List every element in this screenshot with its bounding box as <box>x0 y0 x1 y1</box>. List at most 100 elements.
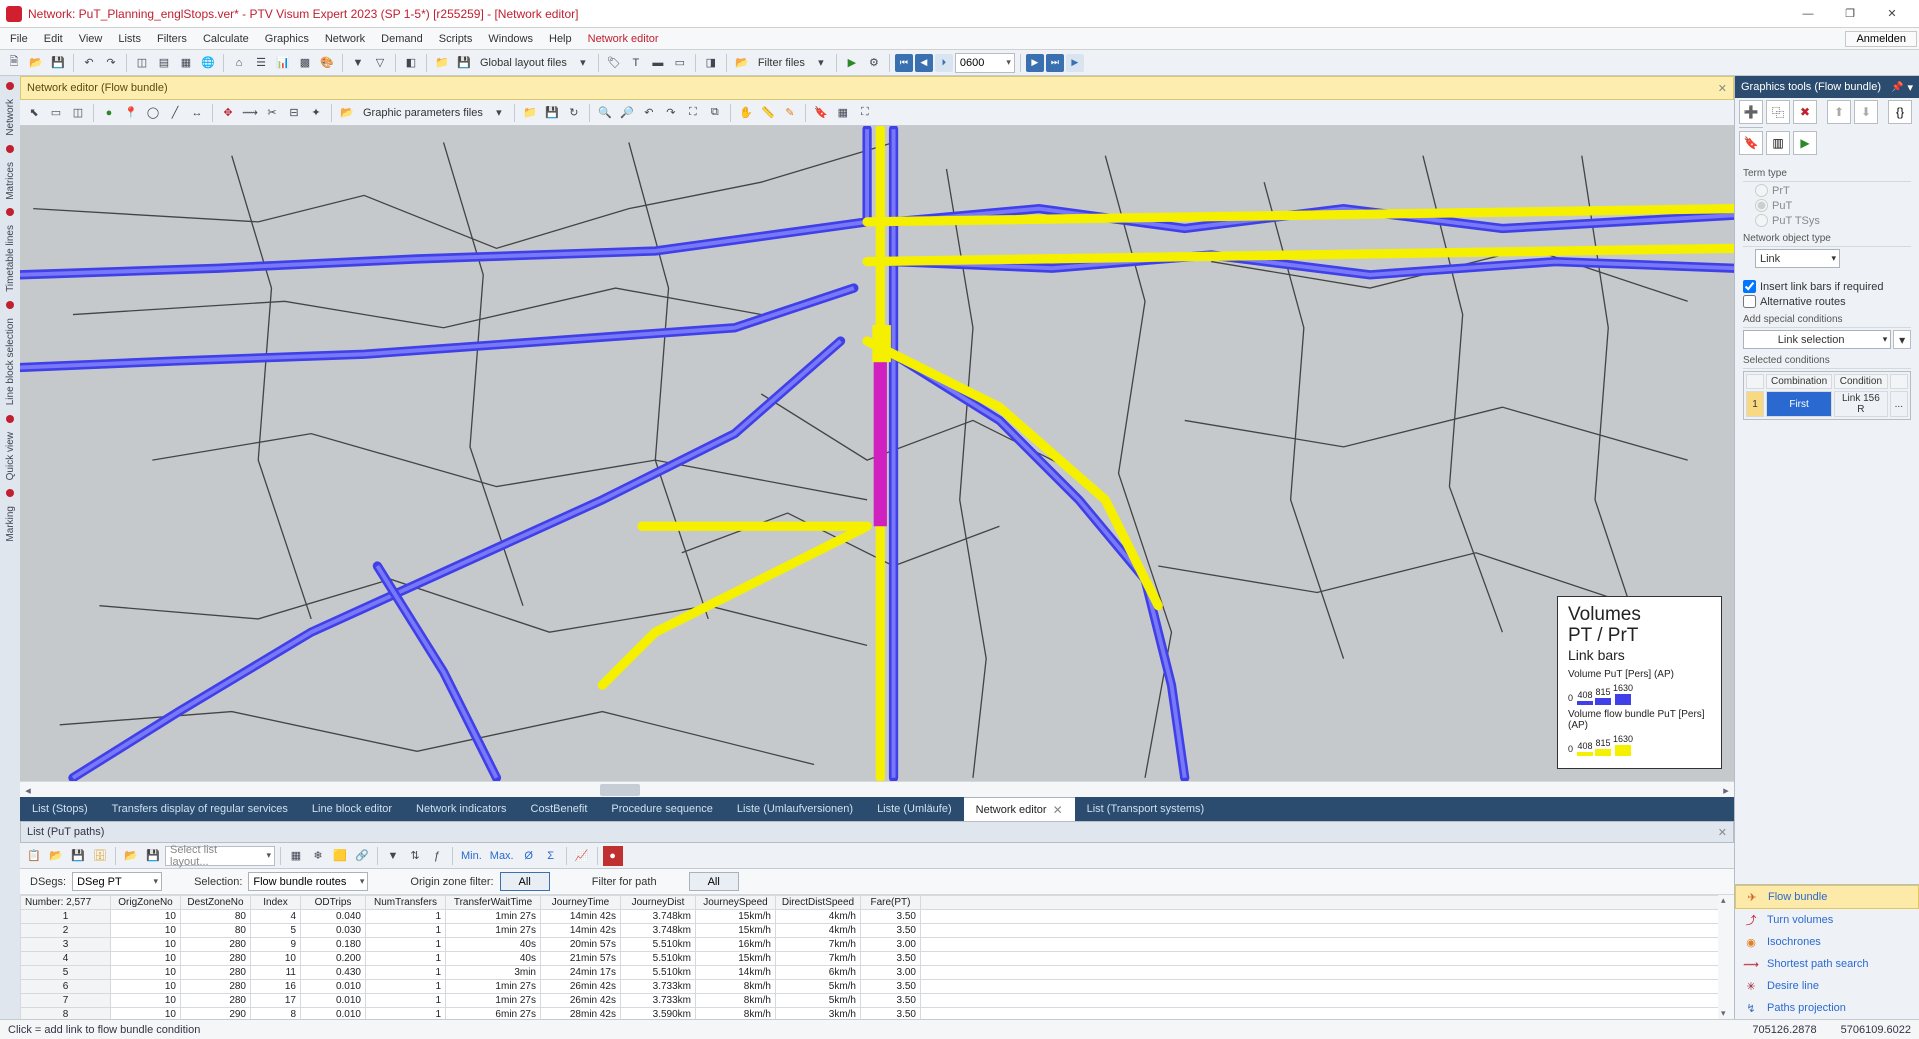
matrix-icon[interactable]: ▩ <box>295 53 315 73</box>
ozf-button[interactable]: All <box>500 872 550 891</box>
copy-icon[interactable]: 📋 <box>24 846 44 866</box>
down-icon[interactable]: ⬇ <box>1854 100 1878 124</box>
zone-icon[interactable]: ◯ <box>143 103 163 123</box>
close-button[interactable]: ✕ <box>1871 0 1913 28</box>
tool-desire-line[interactable]: ✳Desire line <box>1735 975 1919 997</box>
text-icon[interactable]: T <box>626 53 646 73</box>
netobj-combo[interactable]: Link <box>1755 249 1840 268</box>
select-rect-icon[interactable]: ▭ <box>46 103 66 123</box>
login-button[interactable]: Anmelden <box>1845 31 1917 47</box>
play-icon[interactable]: ▶ <box>1066 54 1084 72</box>
save-icon[interactable]: 💾 <box>48 53 68 73</box>
add-cond-button[interactable]: ▾ <box>1893 330 1911 349</box>
mark-icon[interactable]: 🔖 <box>1739 131 1763 155</box>
stat-sum[interactable]: Σ <box>541 846 561 866</box>
layers-icon[interactable]: ▤ <box>154 53 174 73</box>
tab-list-stops[interactable]: List (Stops) <box>20 797 100 821</box>
tool-isochrones[interactable]: ◉Isochrones <box>1735 931 1919 953</box>
next-icon[interactable]: ▶ <box>1026 54 1044 72</box>
dropdown4-icon[interactable]: ▾ <box>1907 81 1913 94</box>
filter3-icon[interactable]: ▼ <box>383 846 403 866</box>
network-editor-close-icon[interactable]: ✕ <box>1718 82 1727 95</box>
tab-network-editor[interactable]: Network editor✕ <box>964 797 1075 821</box>
dsegs-combo[interactable]: DSeg PT <box>72 872 162 891</box>
play2-icon[interactable]: ▶ <box>1793 131 1817 155</box>
tool-shortest-path[interactable]: ⟿Shortest path search <box>1735 953 1919 975</box>
globe-icon[interactable]: 🌐 <box>198 53 218 73</box>
undo-icon[interactable]: ↶ <box>79 53 99 73</box>
tab-line-block-editor[interactable]: Line block editor <box>300 797 404 821</box>
dropdown-icon[interactable]: ▾ <box>573 53 593 73</box>
gp-save-icon[interactable]: 💾 <box>542 103 562 123</box>
link-selection-combo[interactable]: Link selection <box>1743 330 1891 349</box>
highlight-icon[interactable]: 🟨 <box>330 846 350 866</box>
chart2-icon[interactable]: 📈 <box>572 846 592 866</box>
box-icon[interactable]: ◫ <box>68 103 88 123</box>
open2-icon[interactable]: 📂 <box>46 846 66 866</box>
map-h-scrollbar[interactable]: ◂ ▸ <box>20 781 1734 797</box>
style-icon[interactable]: ◨ <box>701 53 721 73</box>
tab-transfers-display[interactable]: Transfers display of regular services <box>100 797 300 821</box>
last-icon[interactable]: ⏭ <box>1046 54 1064 72</box>
zoom-back-icon[interactable]: ↶ <box>639 103 659 123</box>
split-icon[interactable]: ⊟ <box>284 103 304 123</box>
measure-icon[interactable]: 📏 <box>758 103 778 123</box>
menu-network[interactable]: Network <box>317 31 373 47</box>
list-icon[interactable]: ☰ <box>251 53 271 73</box>
zoom-fwd-icon[interactable]: ↷ <box>661 103 681 123</box>
zoom-out-icon[interactable]: 🔎 <box>617 103 637 123</box>
menu-file[interactable]: File <box>2 31 36 47</box>
dock-marking[interactable]: Marking <box>2 499 19 549</box>
add-icon[interactable]: ➕ <box>1739 100 1763 124</box>
gp-folder-icon[interactable]: 📁 <box>520 103 540 123</box>
dock-lineblock[interactable]: Line block selection <box>2 311 19 412</box>
tab-umlaufversionen[interactable]: Liste (Umlaufversionen) <box>725 797 865 821</box>
tool-flow-bundle[interactable]: ✈Flow bundle <box>1735 885 1919 909</box>
extent-icon[interactable]: ⛶ <box>855 103 875 123</box>
radio-put-tsys[interactable]: PuT TSys <box>1755 214 1911 227</box>
zoom-extent-icon[interactable]: ⛶ <box>683 103 703 123</box>
stat-max[interactable]: Max. <box>487 846 517 866</box>
open-icon[interactable]: 📂 <box>26 53 46 73</box>
scenario-icon[interactable]: ◧ <box>401 53 421 73</box>
conditions-table[interactable]: CombinationCondition 1FirstLink 156 R... <box>1743 371 1911 420</box>
tab-umlaeufe[interactable]: Liste (Umläufe) <box>865 797 964 821</box>
sort-icon[interactable]: ⇅ <box>405 846 425 866</box>
first-icon[interactable]: ⏮ <box>895 54 913 72</box>
menu-edit[interactable]: Edit <box>36 31 71 47</box>
up-icon[interactable]: ⬆ <box>1827 100 1851 124</box>
redo-icon[interactable]: ↷ <box>101 53 121 73</box>
config-icon[interactable]: ⚙ <box>864 53 884 73</box>
chart-icon[interactable]: 📊 <box>273 53 293 73</box>
tab-costbenefit[interactable]: CostBenefit <box>519 797 600 821</box>
edit-icon[interactable]: ✎ <box>780 103 800 123</box>
link-list-icon[interactable]: 🔗 <box>352 846 372 866</box>
maximize-button[interactable]: ❐ <box>1829 0 1871 28</box>
list-grid[interactable]: Number: 2,577OrigZoneNoDestZoneNoIndexOD… <box>20 895 1734 1019</box>
zoom-window-icon[interactable]: ⧉ <box>705 103 725 123</box>
menu-filters[interactable]: Filters <box>149 31 195 47</box>
cut-icon[interactable]: ✂ <box>262 103 282 123</box>
pin-icon[interactable]: 📌 <box>1891 82 1903 93</box>
check-insert-bars[interactable]: Insert link bars if required <box>1743 280 1911 293</box>
layout-open2-icon[interactable]: 📂 <box>121 846 141 866</box>
menu-lists[interactable]: Lists <box>110 31 149 47</box>
grid-icon[interactable]: ▦ <box>833 103 853 123</box>
map-canvas[interactable]: Volumes PT / PrT Link bars Volume PuT [P… <box>20 126 1734 781</box>
menu-network-editor[interactable]: Network editor <box>580 31 667 47</box>
labels-icon[interactable]: 🏷 <box>604 53 624 73</box>
dock-matrices[interactable]: Matrices <box>2 155 19 207</box>
db-icon[interactable]: 🗄 <box>90 846 110 866</box>
tab-network-indicators[interactable]: Network indicators <box>404 797 518 821</box>
list-close-icon[interactable]: ✕ <box>1718 826 1727 839</box>
freeze-icon[interactable]: ❄ <box>308 846 328 866</box>
run-icon[interactable]: ▶ <box>842 53 862 73</box>
grid-v-scrollbar[interactable] <box>1718 895 1734 1019</box>
node-icon[interactable]: ● <box>99 103 119 123</box>
menu-help[interactable]: Help <box>541 31 580 47</box>
tab-transport-systems[interactable]: List (Transport systems) <box>1075 797 1217 821</box>
check-alt-routes[interactable]: Alternative routes <box>1743 295 1911 308</box>
prev-icon[interactable]: ◀ <box>915 54 933 72</box>
bookmark-icon[interactable]: 🔖 <box>811 103 831 123</box>
duplicate-icon[interactable]: ⿻ <box>1766 100 1790 124</box>
